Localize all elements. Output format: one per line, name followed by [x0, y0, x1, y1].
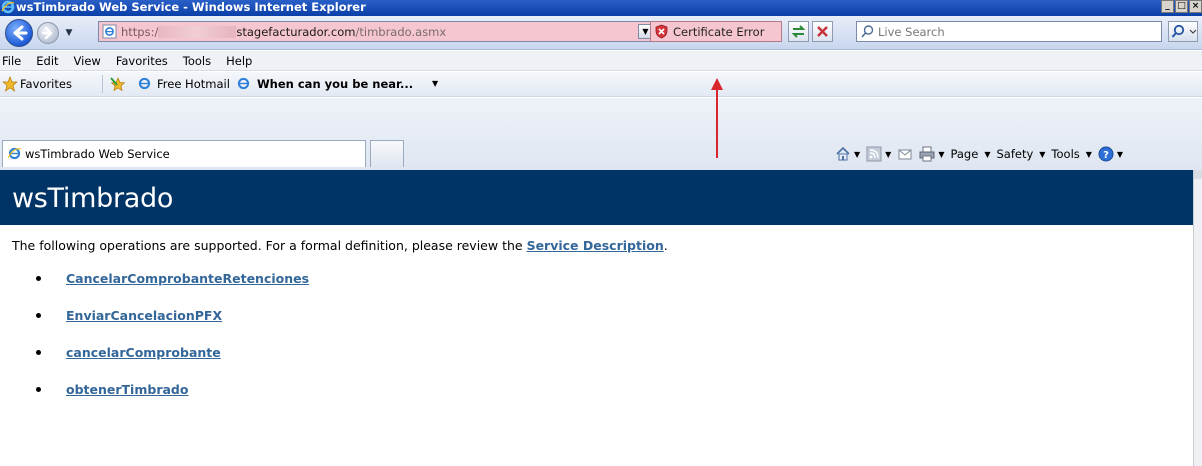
- new-tab-button[interactable]: [370, 140, 404, 167]
- address-row: ▼ https:/ stagefacturador.com/timbrado.as…: [0, 16, 1202, 50]
- chevron-down-icon[interactable]: ▼: [432, 79, 438, 88]
- back-arrow-icon: [13, 25, 28, 41]
- stop-icon: [817, 26, 828, 37]
- recent-pages-dropdown[interactable]: ▼: [62, 26, 76, 40]
- intro-end: .: [663, 238, 668, 253]
- tab-wstimbrado[interactable]: wsTimbrado Web Service: [2, 140, 366, 167]
- menu-tools[interactable]: Tools: [183, 52, 211, 70]
- url-path: /timbrado.asmx: [355, 25, 447, 39]
- maximize-button[interactable]: □: [1175, 0, 1188, 13]
- operation-link[interactable]: EnviarCancelacionPFX: [66, 308, 222, 323]
- stop-button[interactable]: [812, 21, 833, 42]
- favorite-link-when-near[interactable]: When can you be near...: [257, 77, 413, 91]
- favorite-link-hotmail[interactable]: Free Hotmail: [157, 77, 230, 91]
- operation-link[interactable]: obtenerTimbrado: [66, 382, 188, 397]
- menu-view[interactable]: View: [74, 52, 101, 70]
- window-title-bar: wsTimbrado Web Service - Windows Interne…: [0, 0, 1202, 16]
- operation-link[interactable]: CancelarComprobanteRetenciones: [66, 271, 309, 286]
- minimize-button[interactable]: _: [1161, 0, 1174, 13]
- ie-page-icon: [138, 77, 151, 90]
- window-controls: _ □ ×: [1161, 0, 1202, 16]
- ie-logo-icon: [1, 0, 15, 14]
- shield-error-icon: [655, 24, 668, 39]
- chevron-down-icon[interactable]: ▼: [885, 150, 891, 159]
- favorites-star-icon: [2, 76, 18, 92]
- favorites-separator: [102, 75, 103, 93]
- menu-bar: File Edit View Favorites Tools Help: [0, 51, 1202, 71]
- chevron-down-icon[interactable]: ▼: [1039, 150, 1045, 159]
- close-button[interactable]: ×: [1189, 0, 1202, 13]
- certificate-error-label: Certificate Error: [673, 25, 765, 39]
- menu-help[interactable]: Help: [226, 52, 252, 70]
- rss-icon[interactable]: [866, 146, 882, 162]
- ie-logo-icon: [7, 147, 22, 160]
- search-go-button[interactable]: [1168, 21, 1198, 42]
- home-icon[interactable]: [835, 146, 851, 162]
- search-input[interactable]: Live Search: [856, 21, 1162, 42]
- favorites-bar: Favorites Free Hotmail When can you be n…: [0, 72, 1202, 97]
- tools-menu[interactable]: Tools: [1051, 147, 1079, 161]
- svg-text:?: ?: [1103, 150, 1109, 161]
- url-host: stagefacturador.com: [236, 25, 356, 39]
- url-redacted: [158, 26, 237, 38]
- search-icon: [1171, 24, 1197, 38]
- forward-button[interactable]: [37, 22, 59, 44]
- forward-arrow-icon: [41, 26, 53, 40]
- intro-paragraph: The following operations are supported. …: [12, 238, 668, 253]
- help-icon[interactable]: ?: [1098, 146, 1114, 162]
- intro-text: The following operations are supported. …: [12, 238, 527, 253]
- chevron-down-icon[interactable]: ▼: [984, 150, 990, 159]
- vertical-scrollbar[interactable]: [1193, 170, 1202, 466]
- add-favorite-icon[interactable]: [110, 76, 128, 92]
- page-ie-icon: [102, 24, 117, 39]
- search-provider-icon: [861, 25, 874, 38]
- operation-link[interactable]: cancelarComprobante: [66, 345, 221, 360]
- address-url: https:/ stagefacturador.com/timbrado.asmx: [121, 25, 446, 39]
- url-scheme: https:/: [121, 25, 159, 39]
- chevron-down-icon[interactable]: ▼: [854, 150, 860, 159]
- service-description-link[interactable]: Service Description: [527, 238, 664, 253]
- tab-row: wsTimbrado Web Service ▼ ▼ ▼ Page ▼ Safe…: [0, 98, 1202, 170]
- back-button[interactable]: [5, 19, 33, 47]
- scroll-up-button[interactable]: [1194, 170, 1202, 179]
- chevron-down-icon[interactable]: ▼: [1086, 150, 1092, 159]
- command-bar: ▼ ▼ ▼ Page ▼ Safety ▼ Tools ▼ ? ▼: [835, 145, 1129, 163]
- page-menu[interactable]: Page: [950, 147, 978, 161]
- certificate-error-button[interactable]: Certificate Error: [650, 21, 782, 42]
- ie-page-icon: [237, 77, 250, 90]
- menu-favorites[interactable]: Favorites: [116, 52, 168, 70]
- chevron-down-icon[interactable]: ▼: [1117, 150, 1123, 159]
- safety-menu[interactable]: Safety: [996, 147, 1033, 161]
- address-bar[interactable]: https:/ stagefacturador.com/timbrado.asmx…: [98, 21, 656, 42]
- print-icon[interactable]: [919, 146, 935, 162]
- page-title: wsTimbrado: [12, 183, 174, 214]
- annotation-arrow-icon: [711, 78, 723, 158]
- search-placeholder: Live Search: [878, 25, 945, 39]
- refresh-icon: [791, 25, 806, 38]
- menu-file[interactable]: File: [2, 52, 21, 70]
- chevron-down-icon[interactable]: ▼: [938, 150, 944, 159]
- refresh-button[interactable]: [788, 21, 809, 42]
- mail-icon[interactable]: [897, 146, 913, 162]
- page-header: wsTimbrado: [0, 170, 1193, 225]
- tab-title: wsTimbrado Web Service: [25, 147, 170, 161]
- window-title: wsTimbrado Web Service - Windows Interne…: [16, 0, 366, 14]
- favorites-button[interactable]: Favorites: [20, 77, 72, 91]
- menu-edit[interactable]: Edit: [36, 52, 58, 70]
